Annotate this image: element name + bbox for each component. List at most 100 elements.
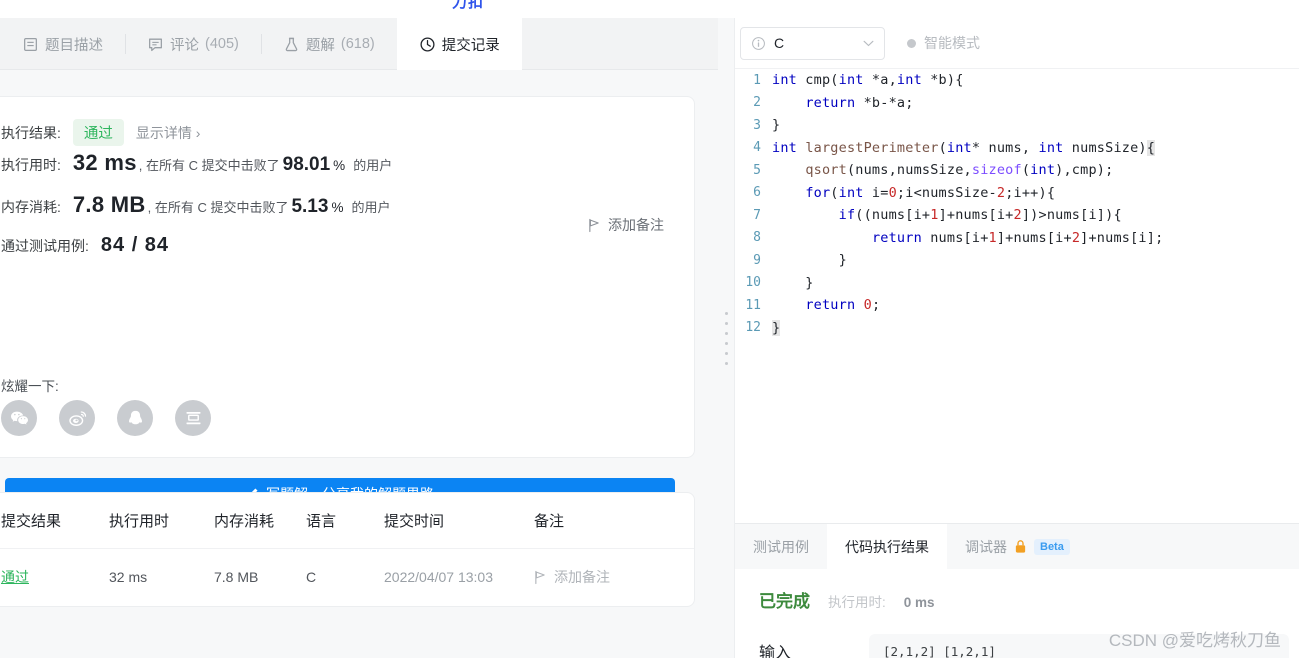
- language-select[interactable]: C: [740, 26, 885, 60]
- console-status-row: 已完成 执行用时: 0 ms: [759, 587, 1299, 612]
- console-tab-debugger[interactable]: 调试器 Beta: [947, 524, 1088, 569]
- problem-tabbar: 题目描述 评论 (405) 题解 (618) 提交记录: [0, 18, 718, 70]
- share-douban-button[interactable]: [175, 400, 211, 436]
- code-text: }: [772, 252, 847, 269]
- panel-resize-handle[interactable]: [718, 18, 734, 658]
- col-header-result: 提交结果: [1, 513, 62, 530]
- table-row[interactable]: 通过 32 ms 7.8 MB C 2022/04/07 13:03 添加备注: [0, 549, 694, 605]
- code-line: 9 }: [735, 249, 1299, 272]
- col-header-time: 提交时间: [384, 513, 445, 530]
- memory-label: 内存消耗:: [1, 199, 61, 215]
- memory-mid-text: , 在所有 C 提交中击败了: [147, 200, 289, 215]
- clock-icon: [419, 36, 436, 53]
- row-result-link[interactable]: 通过: [1, 569, 29, 585]
- row-add-note-button[interactable]: 添加备注: [534, 567, 664, 587]
- left-panel: 题目描述 评论 (405) 题解 (618) 提交记录 执行结果: 通过 显示详…: [0, 18, 718, 658]
- line-number: 10: [745, 275, 761, 291]
- line-number: 3: [753, 117, 761, 133]
- table-header-row: 提交结果 执行用时 内存消耗 语言 提交时间 备注: [0, 493, 694, 549]
- col-header-language: 语言: [306, 513, 337, 530]
- chevron-down-icon: [863, 40, 874, 46]
- code-text: }: [772, 274, 814, 291]
- code-text: int cmp(int *a,int *b){: [772, 72, 964, 89]
- tab-solutions[interactable]: 题解 (618): [260, 18, 397, 70]
- console-tab-label: 代码执行结果: [845, 538, 929, 555]
- code-text: }: [772, 117, 781, 134]
- line-number: 12: [745, 320, 761, 336]
- console-tab-label: 测试用例: [753, 538, 809, 555]
- info-icon: [752, 36, 765, 50]
- code-text: return 0;: [805, 297, 881, 314]
- testcases-label: 通过测试用例:: [1, 238, 89, 254]
- tab-comments[interactable]: 评论 (405): [125, 18, 261, 70]
- show-off-label: 炫耀一下:: [1, 379, 59, 394]
- percent-sign: %: [331, 200, 344, 215]
- code-text: qsort(nums,numsSize,sizeof(int),cmp);: [805, 162, 1114, 179]
- lock-icon: [1015, 540, 1026, 553]
- console-runtime-label: 执行用时:: [828, 595, 886, 610]
- code-line: 3}: [735, 114, 1299, 137]
- line-number: 9: [753, 252, 761, 268]
- add-note-button[interactable]: 添加备注: [588, 215, 664, 235]
- percent-sign: %: [333, 158, 346, 173]
- flag-icon: [589, 218, 599, 232]
- line-number: 5: [753, 162, 761, 178]
- watermark: CSDN @爱吃烤秋刀鱼: [1108, 631, 1281, 650]
- console-status: 已完成: [759, 592, 810, 611]
- document-icon: [22, 36, 39, 53]
- code-line: 11 return 0;: [735, 294, 1299, 317]
- share-wechat-button[interactable]: [1, 400, 37, 436]
- tab-problem-description[interactable]: 题目描述: [0, 18, 125, 70]
- col-header-runtime: 执行用时: [109, 513, 170, 530]
- comment-icon: [147, 36, 164, 53]
- runtime-row: 执行用时: 32 ms , 在所有 C 提交中击败了 98.01 % 的用户: [1, 150, 392, 176]
- tab-submissions[interactable]: 提交记录: [396, 18, 522, 70]
- top-strip: 力扣: [0, 0, 1299, 18]
- share-buttons: [1, 400, 211, 436]
- douban-icon: [186, 411, 200, 424]
- code-text: return nums[i+1]+nums[i+2]+nums[i];: [871, 229, 1164, 246]
- testcases-row: 通过测试用例: 84 / 84: [1, 234, 169, 257]
- share-qq-button[interactable]: [117, 400, 153, 436]
- testcases-value: 84 / 84: [100, 234, 170, 256]
- row-memory: 7.8 MB: [214, 569, 259, 585]
- add-note-label: 添加备注: [608, 217, 664, 233]
- console-tab-result[interactable]: 代码执行结果: [827, 524, 947, 569]
- col-header-note: 备注: [534, 513, 565, 530]
- show-detail-link[interactable]: 显示详情 ›: [136, 123, 201, 143]
- row-time: 2022/04/07 13:03: [384, 569, 493, 585]
- wechat-icon: [10, 411, 28, 425]
- console-tabbar: 测试用例 代码执行结果 调试器 Beta: [735, 524, 1299, 569]
- share-weibo-button[interactable]: [59, 400, 95, 436]
- console-runtime-value: 0 ms: [903, 595, 935, 610]
- console-tab-testcase[interactable]: 测试用例: [735, 524, 827, 569]
- runtime-value: 32 ms: [72, 150, 137, 175]
- exec-result-row: 执行结果: 通过 显示详情 ›: [1, 119, 200, 146]
- code-line: 5 qsort(nums,numsSize,sizeof(int),cmp);: [735, 159, 1299, 182]
- memory-percentile: 5.13: [291, 196, 329, 217]
- language-value: C: [774, 35, 785, 51]
- qq-icon: [128, 410, 142, 424]
- flag-icon: [535, 570, 545, 584]
- runtime-suffix: 的用户: [353, 158, 393, 173]
- tab-label: 题目描述: [45, 37, 103, 54]
- line-number: 4: [753, 140, 761, 156]
- code-line: 10 }: [735, 272, 1299, 295]
- submission-result-card: 执行结果: 通过 显示详情 › 添加备注 执行用时: 32 ms , 在所有 C…: [0, 96, 695, 509]
- tab-count: (405): [205, 36, 239, 52]
- status-badge: 通过: [72, 119, 124, 146]
- editor-header: C 智能模式: [735, 18, 1299, 68]
- row-language: C: [306, 569, 317, 585]
- runtime-label: 执行用时:: [1, 157, 61, 173]
- exec-result-label: 执行结果:: [1, 125, 61, 141]
- tab-label: 评论: [170, 37, 199, 54]
- code-text: int largestPerimeter(int* nums, int nums…: [772, 139, 1156, 156]
- code-text: for(int i=0;i<numsSize-2;i++){: [805, 184, 1056, 201]
- line-number: 8: [753, 230, 761, 246]
- line-number: 6: [753, 185, 761, 201]
- code-editor[interactable]: 1 int cmp(int *a,int *b){2 return *b-*a; 3…: [735, 68, 1299, 523]
- smart-mode-toggle[interactable]: 智能模式: [907, 33, 980, 53]
- tab-label: 提交记录: [441, 37, 500, 54]
- code-line: 1 int cmp(int *a,int *b){: [735, 69, 1299, 92]
- code-line: 6 for(int i=0;i<numsSize-2;i++){: [735, 182, 1299, 205]
